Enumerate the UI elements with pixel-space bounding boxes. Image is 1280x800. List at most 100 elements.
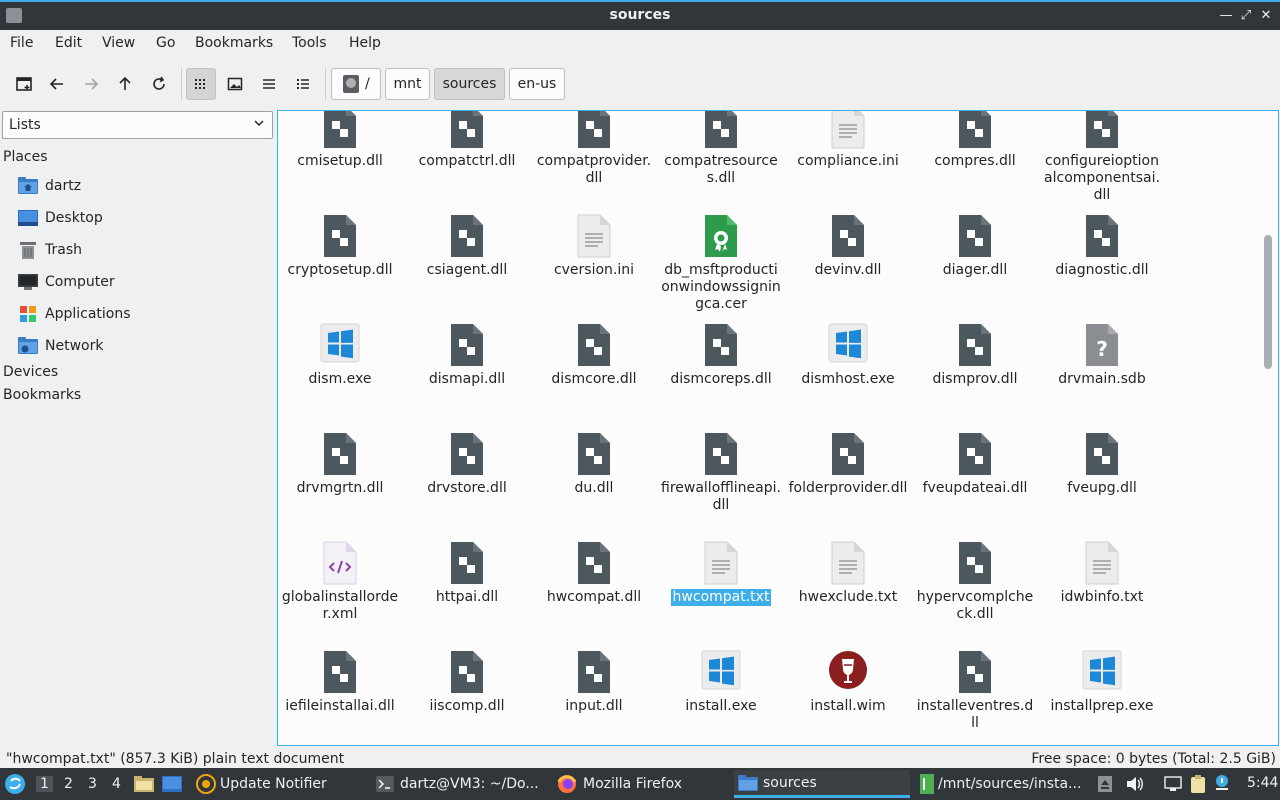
bookmarks-header[interactable]: Bookmarks xyxy=(3,387,81,403)
task-update-notifier[interactable]: Update Notifier xyxy=(192,770,367,798)
file-item[interactable]: globalinstallorder.xml xyxy=(278,541,402,623)
file-item[interactable]: hwcompat.dll xyxy=(532,541,656,606)
file-item[interactable]: hwcompat.txt xyxy=(659,541,783,606)
file-item[interactable]: db_msftproductionwindowssigningca.cer xyxy=(659,214,783,313)
menu-go[interactable]: Go xyxy=(156,35,175,51)
dll-file-icon xyxy=(447,541,487,585)
breadcrumb-root[interactable]: / xyxy=(331,68,381,100)
file-item[interactable]: ? drvmain.sdb xyxy=(1040,323,1164,388)
quicklaunch-show-desktop[interactable] xyxy=(162,768,184,800)
menu-view[interactable]: View xyxy=(102,35,135,51)
quicklaunch-file-manager[interactable] xyxy=(134,768,156,800)
file-item[interactable]: iiscomp.dll xyxy=(405,650,529,715)
minimize-button[interactable]: — xyxy=(1216,6,1236,26)
menu-file[interactable]: File xyxy=(10,35,33,51)
file-item[interactable]: drvmgrtn.dll xyxy=(278,432,402,497)
breadcrumb-sources[interactable]: sources xyxy=(434,68,505,100)
workspace-2[interactable]: 2 xyxy=(64,776,73,792)
tray-clipboard[interactable] xyxy=(1190,768,1212,800)
file-item[interactable]: dismprov.dll xyxy=(913,323,1037,388)
side-pane-mode-select[interactable]: Lists xyxy=(2,111,273,139)
tray-volume[interactable] xyxy=(1126,768,1146,800)
compact-view-button[interactable] xyxy=(254,68,284,100)
file-item[interactable]: input.dll xyxy=(532,650,656,715)
sidebar-item-computer[interactable]: Computer xyxy=(18,269,115,295)
back-button[interactable] xyxy=(42,68,72,100)
devices-header[interactable]: Devices xyxy=(3,364,58,380)
places-header[interactable]: Places xyxy=(3,149,48,165)
file-item[interactable]: hwexclude.txt xyxy=(786,541,910,606)
file-item[interactable]: compliance.ini xyxy=(786,111,910,170)
sidebar-item-desktop[interactable]: Desktop xyxy=(18,205,103,231)
tray-notification[interactable] xyxy=(1214,768,1234,800)
maximize-button[interactable]: ⤢ xyxy=(1236,6,1256,26)
workspace-4[interactable]: 4 xyxy=(112,776,121,792)
file-item[interactable]: installeventres.dll xyxy=(913,650,1037,732)
file-item[interactable]: cmisetup.dll xyxy=(278,111,402,170)
file-item[interactable]: dismhost.exe xyxy=(786,323,910,388)
file-item[interactable]: firewallofflineapi.dll xyxy=(659,432,783,514)
menu-bookmarks[interactable]: Bookmarks xyxy=(195,35,273,51)
dll-file-icon xyxy=(955,541,995,585)
file-item[interactable]: drvstore.dll xyxy=(405,432,529,497)
vertical-scrollbar[interactable] xyxy=(1264,235,1272,369)
file-item[interactable]: fveupdateai.dll xyxy=(913,432,1037,497)
tray-eject[interactable] xyxy=(1098,768,1118,800)
file-item[interactable]: dismcore.dll xyxy=(532,323,656,388)
dll-file-icon xyxy=(447,650,487,694)
close-button[interactable]: ✕ xyxy=(1256,6,1276,26)
file-view[interactable]: cmisetup.dll compatctrl.dll compatprovider… xyxy=(277,110,1279,746)
workspace-3[interactable]: 3 xyxy=(88,776,97,792)
menu-help[interactable]: Help xyxy=(349,35,381,51)
file-item[interactable]: installprep.exe xyxy=(1040,650,1164,715)
file-item[interactable]: httpai.dll xyxy=(405,541,529,606)
file-item[interactable]: du.dll xyxy=(532,432,656,497)
reload-button[interactable] xyxy=(144,68,174,100)
task-firefox[interactable]: Mozilla Firefox xyxy=(553,770,729,798)
file-item[interactable]: compatctrl.dll xyxy=(405,111,529,170)
task-terminal[interactable]: dartz@VM3: ~/Do... xyxy=(372,770,550,798)
breadcrumb-mnt[interactable]: mnt xyxy=(385,68,430,100)
sidebar-item-dartz[interactable]: dartz xyxy=(18,173,81,199)
forward-button[interactable] xyxy=(76,68,106,100)
file-item[interactable]: compatresources.dll xyxy=(659,111,783,187)
file-item[interactable]: iefileinstallai.dll xyxy=(278,650,402,715)
file-item[interactable]: dismapi.dll xyxy=(405,323,529,388)
file-item[interactable]: configureioptionalcomponentsai.dll xyxy=(1040,111,1164,204)
file-item[interactable]: dism.exe xyxy=(278,323,402,388)
title-bar[interactable]: sources — ⤢ ✕ xyxy=(0,2,1280,30)
sidebar-item-network[interactable]: Network xyxy=(18,333,103,359)
sidebar-item-trash[interactable]: Trash xyxy=(18,237,82,263)
icon-view-button[interactable] xyxy=(186,68,216,100)
task-text-editor[interactable]: /mnt/sources/insta... xyxy=(916,770,1090,798)
file-item[interactable]: hypervcomplcheck.dll xyxy=(913,541,1037,623)
file-item[interactable]: idwbinfo.txt xyxy=(1040,541,1164,606)
file-item[interactable]: cryptosetup.dll xyxy=(278,214,402,279)
workspace-1[interactable]: 1 xyxy=(36,776,53,792)
file-item[interactable]: csiagent.dll xyxy=(405,214,529,279)
file-item[interactable]: fveupg.dll xyxy=(1040,432,1164,497)
file-item[interactable]: folderprovider.dll xyxy=(786,432,910,497)
file-item[interactable]: compatprovider.dll xyxy=(532,111,656,187)
file-item[interactable]: diagnostic.dll xyxy=(1040,214,1164,279)
thumbnail-view-button[interactable] xyxy=(220,68,250,100)
file-item[interactable]: devinv.dll xyxy=(786,214,910,279)
detailed-list-view-button[interactable] xyxy=(288,68,318,100)
task-sources[interactable]: sources xyxy=(734,770,910,798)
file-item[interactable]: dismcoreps.dll xyxy=(659,323,783,388)
up-button[interactable] xyxy=(110,68,140,100)
menu-edit[interactable]: Edit xyxy=(55,35,82,51)
file-item[interactable]: compres.dll xyxy=(913,111,1037,170)
menu-tools[interactable]: Tools xyxy=(292,35,327,51)
tray-network[interactable] xyxy=(1164,768,1184,800)
file-item[interactable]: install.exe xyxy=(659,650,783,715)
sidebar-item-applications[interactable]: Applications xyxy=(18,301,131,327)
file-item[interactable]: diager.dll xyxy=(913,214,1037,279)
new-tab-button[interactable] xyxy=(9,68,39,100)
file-item[interactable]: install.wim xyxy=(786,650,910,715)
breadcrumb-en-us[interactable]: en-us xyxy=(509,68,565,100)
file-item[interactable]: cversion.ini xyxy=(532,214,656,279)
start-menu-button[interactable] xyxy=(4,768,28,800)
firefox-icon xyxy=(557,775,577,793)
clock[interactable]: 5:44 xyxy=(1247,775,1278,791)
